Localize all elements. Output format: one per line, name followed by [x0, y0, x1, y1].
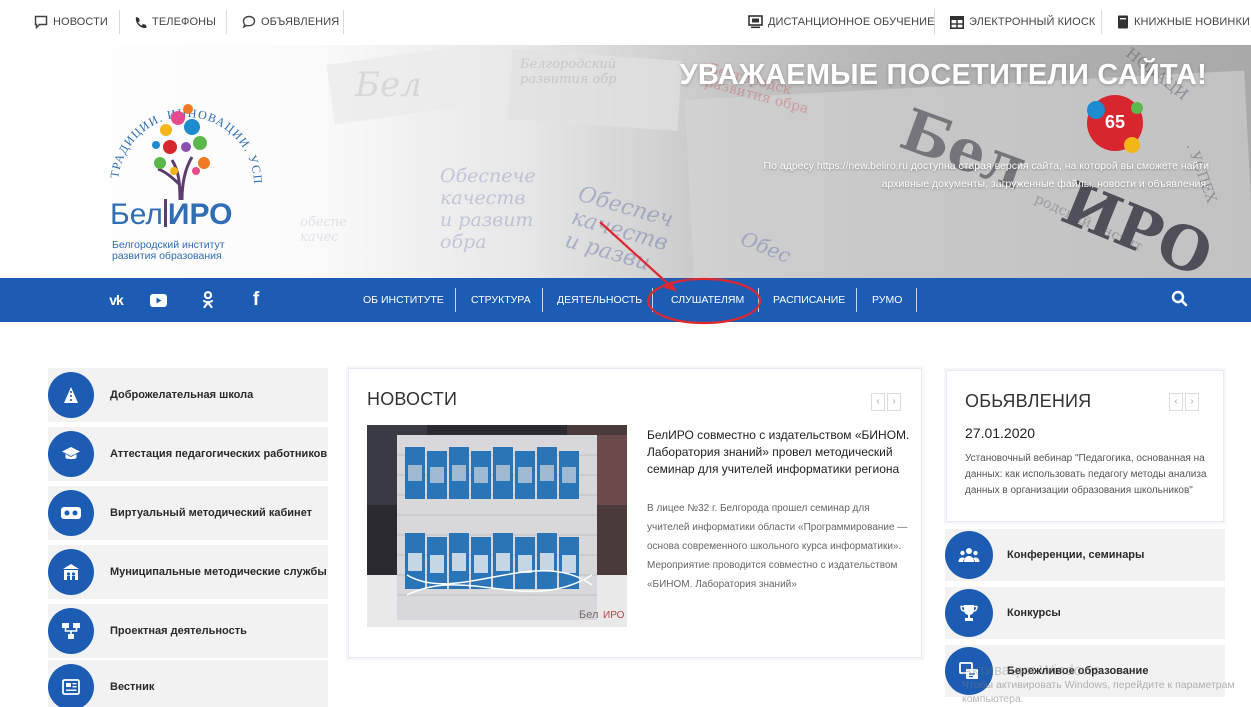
top-link-label: ЭЛЕКТРОННЫЙ КИОСК: [969, 16, 1096, 28]
watermark-text: Чтобы активировать Windows, перейдите к …: [962, 679, 1235, 705]
left-menu-item-municipal-services[interactable]: Муниципальные методические службы: [48, 545, 328, 599]
banner-text: По адресу https://new.beliro.ru доступна…: [689, 157, 1209, 193]
top-link-distance-learning[interactable]: ДИСТАНЦИОННОЕ ОБУЧЕНИЕ: [748, 12, 935, 32]
watermark-title: Активация Windows: [962, 662, 1101, 679]
left-menu-item-friendly-school[interactable]: Доброжелательная школа: [48, 368, 328, 422]
right-menu-item-conferences[interactable]: Конференции, семинары: [945, 529, 1225, 581]
project-network-icon: [48, 608, 94, 654]
top-link-announcements[interactable]: ОБЪЯВЛЕНИЯ: [242, 12, 339, 32]
odnoklassniki-icon[interactable]: [198, 278, 218, 322]
announcement-date: 27.01.2020: [965, 425, 1036, 441]
newspaper-icon: [48, 664, 94, 707]
graduation-cap-icon: [48, 431, 94, 477]
anniversary-badge-icon: 65: [1087, 95, 1143, 153]
nav-structure[interactable]: СТРУКТУРА: [471, 290, 531, 310]
left-menu-label: Муниципальные методические службы: [110, 566, 327, 578]
news-photo-image: Бел ИРО: [367, 425, 627, 627]
logo-subtitle: Белгородский институт развития образован…: [112, 239, 225, 262]
vr-headset-icon: [48, 490, 94, 536]
top-link-news[interactable]: НОВОСТИ: [34, 12, 108, 32]
windows-activation-watermark: Активация Windows Чтобы активировать Win…: [962, 662, 1251, 706]
main-nav: vk f ОБ ИНСТИТУТЕ СТРУКТУРА ДЕЯТЕЛЬНОСТЬ…: [0, 278, 1251, 322]
top-link-label: НОВОСТИ: [53, 16, 108, 28]
school-road-icon: [48, 372, 94, 418]
announcement-text[interactable]: Установочный вебинар "Педагогика, основа…: [965, 451, 1215, 499]
news-next-button[interactable]: ›: [887, 393, 901, 411]
banner-title: УВАЖАЕМЫЕ ПОСЕТИТЕЛИ САЙТА!: [679, 59, 1207, 91]
svg-text:ТРАДИЦИИ. ИННОВАЦИИ. УСПЕХ: ТРАДИЦИИ. ИННОВАЦИИ. УСПЕХ: [100, 75, 265, 185]
top-link-label: КНИЖНЫЕ НОВИНКИ: [1134, 16, 1250, 28]
announcements-prev-button[interactable]: ‹: [1169, 393, 1183, 411]
facebook-icon[interactable]: f: [248, 278, 264, 322]
left-menu-item-projects[interactable]: Проектная деятельность: [48, 604, 328, 658]
announcements-title: ОБЬЯВЛЕНИЯ: [965, 391, 1092, 411]
left-menu-item-attestation[interactable]: Аттестация педагогических работников: [48, 427, 328, 481]
announcements-pager: ‹ ›: [1169, 393, 1199, 411]
news-photo[interactable]: Бел ИРО: [367, 425, 627, 627]
top-link-label: ДИСТАНЦИОННОЕ ОБУЧЕНИЕ: [768, 16, 935, 28]
svg-text:Бел: Бел: [579, 609, 598, 621]
vk-icon[interactable]: vk: [102, 278, 130, 322]
chat-bubble-icon: [242, 15, 256, 29]
news-text: В лицее №32 г. Белгорода прошел семинар …: [647, 503, 908, 590]
chat-square-icon: [34, 15, 48, 29]
top-link-label: ТЕЛЕФОНЫ: [152, 16, 217, 28]
left-menu-label: Виртуальный методический кабинет: [110, 507, 313, 519]
svg-text:65: 65: [1105, 112, 1125, 132]
hero-banner: Бел Белгородский развития обр Обеспече кач…: [0, 45, 1251, 278]
right-menu-label: Конференции, семинары: [1007, 549, 1145, 561]
top-link-phones[interactable]: ТЕЛЕФОНЫ: [134, 12, 216, 32]
logo-name: Бел ИРО: [110, 198, 233, 231]
youtube-icon[interactable]: [146, 278, 170, 322]
top-bar: НОВОСТИ ТЕЛЕФОНЫ ОБЪЯВЛЕНИЯ ДИСТАНЦИОННО…: [0, 0, 1251, 45]
monitor-icon: [748, 15, 763, 29]
left-menu-label: Проектная деятельность: [110, 625, 247, 637]
kiosk-grid-icon: [950, 15, 964, 29]
nav-schedule[interactable]: РАСПИСАНИЕ: [773, 290, 845, 310]
nav-about[interactable]: ОБ ИНСТИТУТЕ: [363, 290, 444, 310]
building-people-icon: [48, 549, 94, 595]
right-menu-label: Конкурсы: [1007, 607, 1061, 619]
phone-icon: [135, 16, 147, 28]
news-headline[interactable]: БелИРО совместно с издательством «БИНОМ.…: [647, 427, 913, 478]
right-menu-item-contests[interactable]: Конкурсы: [945, 587, 1225, 639]
announcements-next-button[interactable]: ›: [1185, 393, 1199, 411]
beliro-logo[interactable]: ТРАДИЦИИ. ИННОВАЦИИ. УСПЕХ БелИРО Белгор…: [100, 75, 270, 275]
top-link-label: ОБЪЯВЛЕНИЯ: [261, 16, 340, 28]
banner-text-line: По адресу https://new.beliro.ru доступна…: [763, 160, 1209, 172]
nav-rumo[interactable]: РУМО: [872, 290, 902, 310]
nav-listeners[interactable]: СЛУШАТЕЛЯМ: [671, 290, 744, 310]
left-menu-label: Аттестация педагогических работников: [110, 448, 328, 460]
news-pager: ‹ ›: [871, 393, 901, 411]
news-prev-button[interactable]: ‹: [871, 393, 885, 411]
left-menu-label: Вестник: [110, 681, 155, 693]
left-menu-label: Доброжелательная школа: [110, 389, 254, 401]
search-icon[interactable]: [1170, 289, 1190, 309]
news-title: НОВОСТИ: [367, 389, 458, 409]
left-menu-item-virtual-cabinet[interactable]: Виртуальный методический кабинет: [48, 486, 328, 540]
book-icon: [1118, 15, 1128, 29]
top-link-kiosk[interactable]: ЭЛЕКТРОННЫЙ КИОСК: [950, 12, 1095, 32]
banner-text-line: архивные документы, загруженные файлы, н…: [881, 178, 1209, 190]
announcements-section: ОБЬЯВЛЕНИЯ ‹ › 27.01.2020 Установочный в…: [946, 370, 1224, 522]
logo-tree-icon: ТРАДИЦИИ. ИННОВАЦИИ. УСПЕХ: [100, 75, 265, 201]
nav-activity[interactable]: ДЕЯТЕЛЬНОСТЬ: [557, 290, 642, 310]
news-section: НОВОСТИ ‹ › Бел ИРО БелИРО совместно с и…: [348, 368, 922, 658]
trophy-icon: [945, 589, 993, 637]
top-link-new-books[interactable]: КНИЖНЫЕ НОВИНКИ: [1117, 12, 1250, 32]
group-people-icon: [945, 531, 993, 579]
left-menu-item-bulletin[interactable]: Вестник: [48, 660, 328, 707]
svg-text:ИРО: ИРО: [603, 610, 625, 621]
